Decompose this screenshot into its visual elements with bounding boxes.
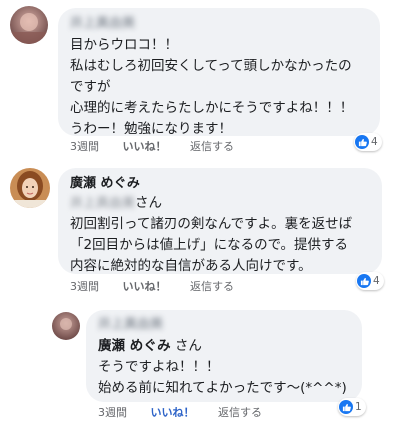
comment-actions: 3週間 いいね！ 返信する: [70, 140, 254, 154]
reaction-count[interactable]: 4: [356, 272, 384, 290]
thumbs-up-icon: [357, 274, 371, 288]
comment-bubble: 廣瀬 めぐみ 井上真由美さん 初回割引って諸刃の剣なんですよ。裏を返せば 「2回…: [58, 168, 382, 274]
comment-author[interactable]: 廣瀬 めぐみ: [70, 176, 370, 192]
comment-bubble: 井上真由美 廣瀬 めぐみ さん そうですよね！！！ 始める前に知れてよかったです…: [86, 310, 362, 402]
reaction-count[interactable]: 1: [338, 398, 366, 416]
thumbs-up-icon: [339, 400, 353, 414]
reaction-count[interactable]: 4: [354, 133, 382, 151]
comment-time[interactable]: 3週間: [98, 406, 127, 420]
mentioned-user[interactable]: 井上真由美: [70, 193, 135, 214]
comment-text-line: 内容に絶対的な自信がある人向けです。: [70, 258, 312, 274]
comment-text-line: 初回割引って諸刃の剣なんですよ。裏を返せば: [70, 216, 353, 232]
comment-bubble: 井上真由美 目からウロコ！！ 私はむしろ初回安くしてって頭しかなかったの ですが…: [58, 8, 380, 137]
comment-actions: 3週間 いいね！ 返信する: [98, 406, 282, 420]
comment-author[interactable]: 井上真由美: [98, 317, 350, 333]
like-button[interactable]: いいね！: [151, 406, 195, 420]
comment-thread: 井上真由美 目からウロコ！！ 私はむしろ初回安くしてって頭しかなかったの ですが…: [0, 0, 400, 425]
reaction-number: 4: [373, 275, 380, 287]
mention-suffix: さん: [135, 195, 163, 211]
comment-text-line: 井上真由美さん: [70, 193, 370, 214]
reaction-number: 4: [371, 136, 378, 148]
reply-button[interactable]: 返信する: [190, 140, 234, 154]
comment-text-line: うわー！勉強になります！: [70, 121, 232, 137]
avatar[interactable]: [52, 312, 80, 340]
thumbs-up-icon: [355, 135, 369, 149]
reply-button[interactable]: 返信する: [218, 406, 262, 420]
comment-text-line: 心理的に考えたらたしかにそうですよね！！！: [70, 100, 354, 116]
avatar[interactable]: [10, 6, 48, 44]
comment-text-line: 廣瀬 めぐみ さん: [98, 336, 350, 357]
mentioned-user[interactable]: 廣瀬 めぐみ: [98, 338, 171, 354]
comment-time[interactable]: 3週間: [70, 280, 99, 294]
comment-time[interactable]: 3週間: [70, 140, 99, 154]
comment-author[interactable]: 井上真由美: [70, 16, 368, 32]
reaction-number: 1: [355, 401, 362, 413]
comment-text-line: 「2回目からは値上げ」になるので。提供する: [70, 237, 349, 253]
like-button[interactable]: いいね！: [123, 280, 167, 294]
comment-text-line: そうですよね！！！: [98, 359, 220, 375]
comment-text-line: 始める前に知れてよかったです〜(*^^*): [98, 380, 347, 396]
like-button[interactable]: いいね！: [123, 140, 167, 154]
mention-suffix: さん: [174, 338, 202, 354]
avatar[interactable]: [10, 168, 50, 208]
comment-actions: 3週間 いいね！ 返信する: [70, 280, 254, 294]
comment-text-line: ですが: [70, 79, 111, 95]
reply-button[interactable]: 返信する: [190, 280, 234, 294]
comment-text-line: 私はむしろ初回安くしてって頭しかなかったの: [70, 58, 352, 74]
comment-text-line: 目からウロコ！！: [70, 37, 178, 53]
